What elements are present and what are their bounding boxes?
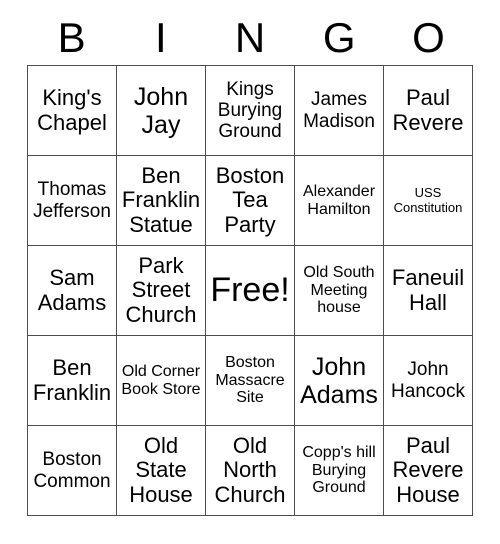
bingo-cell-n5[interactable]: Old North Church [206, 426, 295, 516]
bingo-cell-o3[interactable]: Faneuil Hall [384, 246, 473, 336]
bingo-cell-b5[interactable]: Boston Common [28, 426, 117, 516]
bingo-cell-n2[interactable]: Boston Tea Party [206, 156, 295, 246]
bingo-cell-label: John Hancock [391, 359, 465, 402]
bingo-header-letter-b: B [57, 13, 86, 61]
bingo-cell-label: Boston Tea Party [215, 162, 285, 237]
bingo-cell-label: Ben Franklin [32, 354, 112, 405]
bingo-cell-label: Park Street Church [125, 252, 197, 327]
bingo-cell-label: Old North Church [214, 432, 286, 507]
bingo-cell-label: Kings Burying Ground [217, 78, 283, 143]
bingo-header-letter-g: G [322, 13, 356, 61]
bingo-cell-i2[interactable]: Ben Franklin Statue [117, 156, 206, 246]
bingo-cell-b3[interactable]: Sam Adams [28, 246, 117, 336]
bingo-cell-g2[interactable]: Alexander Hamilton [295, 156, 384, 246]
bingo-cell-label: Copp's hill Burying Ground [302, 443, 376, 497]
bingo-cell-label: Boston Massacre Site [215, 353, 285, 407]
bingo-row: King's Chapel John Jay Kings Burying Gro… [28, 66, 473, 156]
bingo-row: Thomas Jefferson Ben Franklin Statue Bos… [28, 156, 473, 246]
bingo-cell-label: James Madison [303, 89, 375, 132]
bingo-cell-label: Old Corner Book Store [121, 362, 201, 398]
bingo-cell-b2[interactable]: Thomas Jefferson [28, 156, 117, 246]
bingo-cell-o4[interactable]: John Hancock [384, 336, 473, 426]
bingo-cell-label: John Adams [300, 352, 378, 409]
bingo-header-row: B I N G O [27, 10, 473, 65]
bingo-cell-label: Sam Adams [37, 264, 107, 315]
bingo-cell-i1[interactable]: John Jay [117, 66, 206, 156]
bingo-cell-label: Old State House [129, 432, 193, 507]
bingo-cell-label: John Jay [133, 82, 189, 139]
bingo-row: Ben Franklin Old Corner Book Store Bosto… [28, 336, 473, 426]
bingo-cell-o5[interactable]: Paul Revere House [384, 426, 473, 516]
bingo-cell-label: USS Constitution [393, 184, 463, 215]
bingo-card: B I N G O King's Chapel John Jay Kings B… [27, 10, 473, 516]
bingo-cell-o2[interactable]: USS Constitution [384, 156, 473, 246]
bingo-cell-label: Paul Revere House [392, 432, 464, 507]
bingo-row: Sam Adams Park Street Church Free! Old S… [28, 246, 473, 336]
bingo-free-space-label: Free! [210, 271, 290, 310]
bingo-cell-label: Paul Revere [392, 84, 464, 135]
bingo-cell-b1[interactable]: King's Chapel [28, 66, 117, 156]
bingo-cell-b4[interactable]: Ben Franklin [28, 336, 117, 426]
bingo-cell-label: Faneuil Hall [391, 264, 465, 315]
bingo-cell-i5[interactable]: Old State House [117, 426, 206, 516]
bingo-cell-n1[interactable]: Kings Burying Ground [206, 66, 295, 156]
bingo-cell-g3[interactable]: Old South Meeting house [295, 246, 384, 336]
bingo-cell-i3[interactable]: Park Street Church [117, 246, 206, 336]
bingo-cell-label: Boston Common [33, 449, 111, 492]
bingo-grid: King's Chapel John Jay Kings Burying Gro… [27, 65, 473, 516]
bingo-cell-label: King's Chapel [37, 84, 107, 135]
bingo-cell-n4[interactable]: Boston Massacre Site [206, 336, 295, 426]
bingo-cell-free-space[interactable]: Free! [206, 246, 295, 336]
bingo-cell-label: Thomas Jefferson [33, 179, 111, 222]
bingo-header-letter-o: O [412, 13, 445, 61]
bingo-cell-g4[interactable]: John Adams [295, 336, 384, 426]
bingo-cell-label: Alexander Hamilton [302, 182, 376, 218]
bingo-cell-o1[interactable]: Paul Revere [384, 66, 473, 156]
bingo-cell-label: Old South Meeting house [303, 263, 375, 317]
bingo-cell-i4[interactable]: Old Corner Book Store [117, 336, 206, 426]
bingo-cell-label: Ben Franklin Statue [121, 162, 201, 237]
bingo-row: Boston Common Old State House Old North … [28, 426, 473, 516]
bingo-cell-g1[interactable]: James Madison [295, 66, 384, 156]
bingo-cell-g5[interactable]: Copp's hill Burying Ground [295, 426, 384, 516]
bingo-header-letter-n: N [234, 13, 266, 61]
bingo-header-letter-i: I [154, 13, 167, 61]
